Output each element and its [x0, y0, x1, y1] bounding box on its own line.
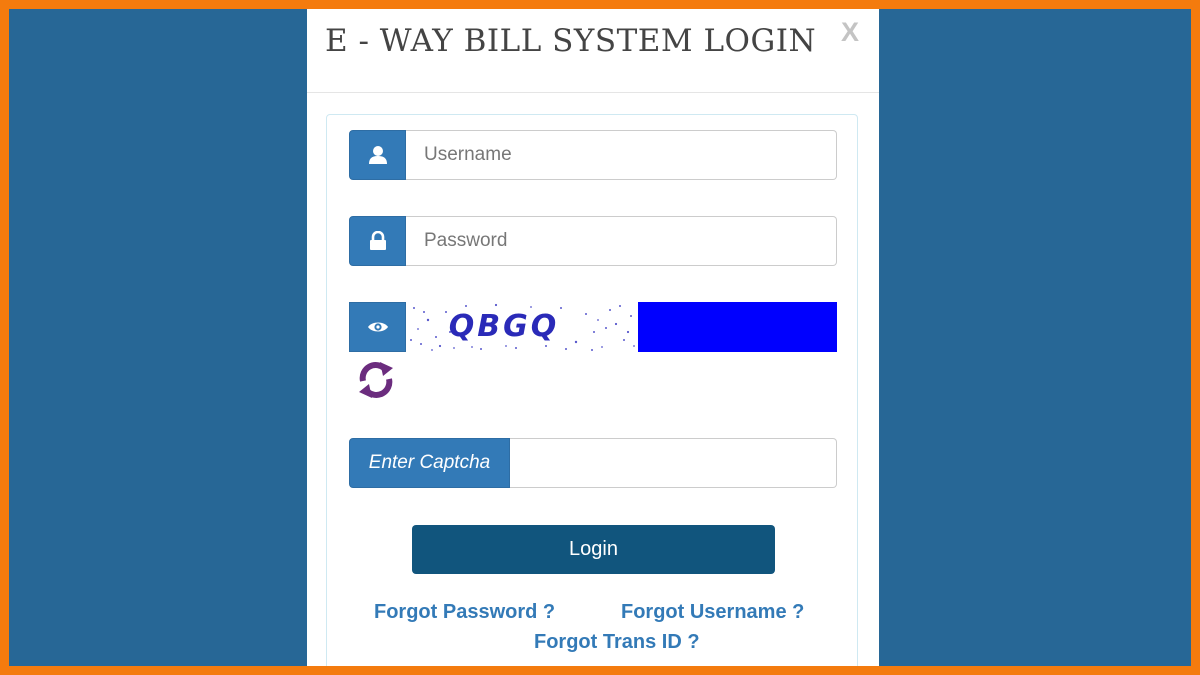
- modal-header: E - Way Bill System Login X: [307, 9, 879, 93]
- captcha-input-label: Enter Captcha: [349, 438, 510, 488]
- lock-icon: [349, 216, 406, 266]
- login-button[interactable]: Login: [412, 525, 775, 574]
- forgot-password-link[interactable]: Forgot Password ?: [374, 601, 555, 624]
- captcha-input[interactable]: [510, 438, 837, 488]
- captcha-text: QBGQ: [449, 309, 560, 344]
- captcha-highlight-box: [638, 302, 837, 352]
- user-icon: [349, 130, 406, 180]
- captcha-image: QBGQ: [406, 302, 638, 352]
- eye-icon[interactable]: [349, 302, 406, 352]
- refresh-icon[interactable]: [355, 359, 397, 401]
- login-modal: E - Way Bill System Login X: [307, 9, 879, 666]
- captcha-noise: QBGQ: [410, 303, 635, 351]
- captcha-input-group: Enter Captcha: [349, 438, 837, 488]
- login-form-panel: QBGQ Enter Captcha Login Forgot Password…: [326, 114, 858, 666]
- password-group: [349, 216, 837, 266]
- forgot-username-link[interactable]: Forgot Username ?: [621, 601, 804, 624]
- forgot-trans-id-link[interactable]: Forgot Trans ID ?: [534, 631, 700, 654]
- close-button[interactable]: X: [838, 16, 862, 48]
- password-input[interactable]: [406, 216, 837, 266]
- username-group: [349, 130, 837, 180]
- modal-title: E - Way Bill System Login: [325, 23, 817, 59]
- username-input[interactable]: [406, 130, 837, 180]
- captcha-row: QBGQ: [349, 302, 837, 352]
